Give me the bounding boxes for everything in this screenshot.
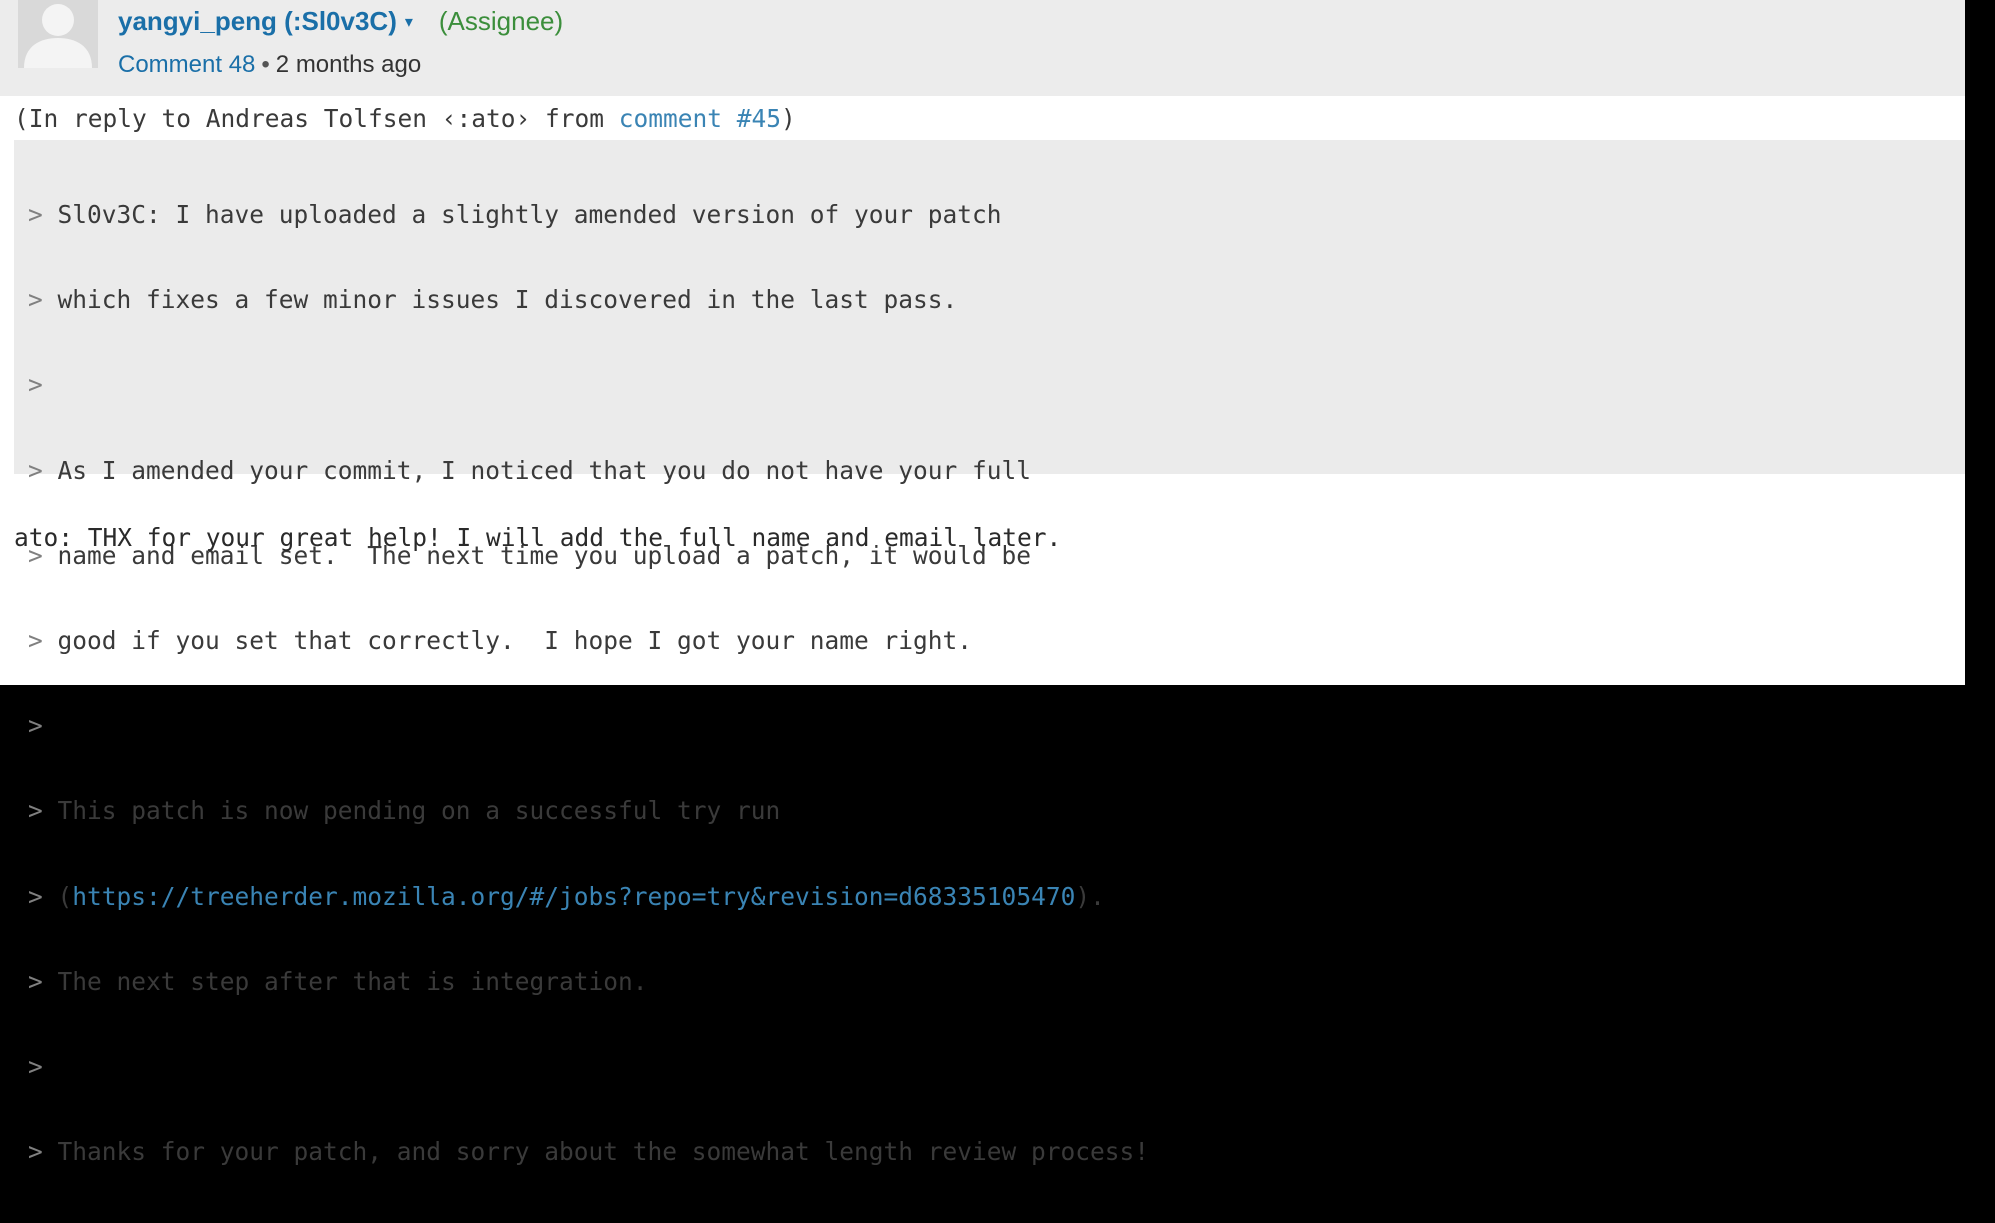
quote-line: > [28,1053,1149,1080]
quote-line: > The next step after that is integratio… [28,966,648,996]
quote-line: > [28,712,1149,739]
quote-marker: > [28,455,43,485]
quote-line: > good if you set that correctly. I hope… [28,625,973,655]
assignee-badge: (Assignee) [438,6,564,36]
reply-suffix: ) [781,104,796,133]
treeherder-link[interactable]: https://treeherder.mozilla.org/#/jobs?re… [72,882,1075,911]
reply-comment-link[interactable]: comment #45 [619,104,781,133]
chevron-down-icon[interactable]: ▾ [405,14,413,31]
quote-marker: > [28,1051,43,1081]
comment-card: yangyi_peng (:Sl0v3C) ▾ (Assignee) Comment… [0,0,1965,1165]
comment-body: ato: THX for your great help! I will add… [14,523,1062,552]
reply-reference: (In reply to Andreas Tolfsen ‹:ato› from… [14,103,796,135]
comment-meta: Comment 48 • 2 months ago [118,50,421,80]
quote-line: > Thanks for your patch, and sorry about… [28,1137,1150,1167]
quote-lines: > Sl0v3C: I have uploaded a slightly ame… [28,143,1149,1223]
quote-marker: > [28,711,43,741]
quote-marker: > [28,881,43,911]
comment-timestamp: 2 months ago [275,51,422,78]
comment-number-link[interactable]: Comment 48 [118,51,255,78]
quote-marker: > [28,285,43,315]
quote-marker: > [28,625,43,655]
quote-marker: > [28,966,43,996]
quote-line: > [28,371,1149,398]
quote-line: > As I amended your commit, I noticed th… [28,455,1032,485]
quote-line: > This patch is now pending on a success… [28,796,781,826]
quote-marker: > [28,796,43,826]
avatar[interactable] [18,0,98,68]
author-name-link[interactable]: yangyi_peng (:Sl0v3C) [118,6,397,36]
quote-line: > (https://treeherder.mozilla.org/#/jobs… [28,881,1105,911]
quote-marker: > [28,200,43,229]
meta-separator: • [261,51,270,78]
comment-header: yangyi_peng (:Sl0v3C) ▾ (Assignee) Comment… [0,0,1965,96]
quote-marker: > [28,370,43,400]
default-user-avatar-icon [18,0,98,68]
quote-marker: > [28,1137,43,1167]
reply-prefix: (In reply to Andreas Tolfsen ‹:ato› from [14,104,619,133]
quote-line: > Sl0v3C: I have uploaded a slightly ame… [28,200,1002,229]
author-line: yangyi_peng (:Sl0v3C) ▾ (Assignee) [118,4,563,40]
quote-line: > which fixes a few minor issues I disco… [28,285,958,315]
